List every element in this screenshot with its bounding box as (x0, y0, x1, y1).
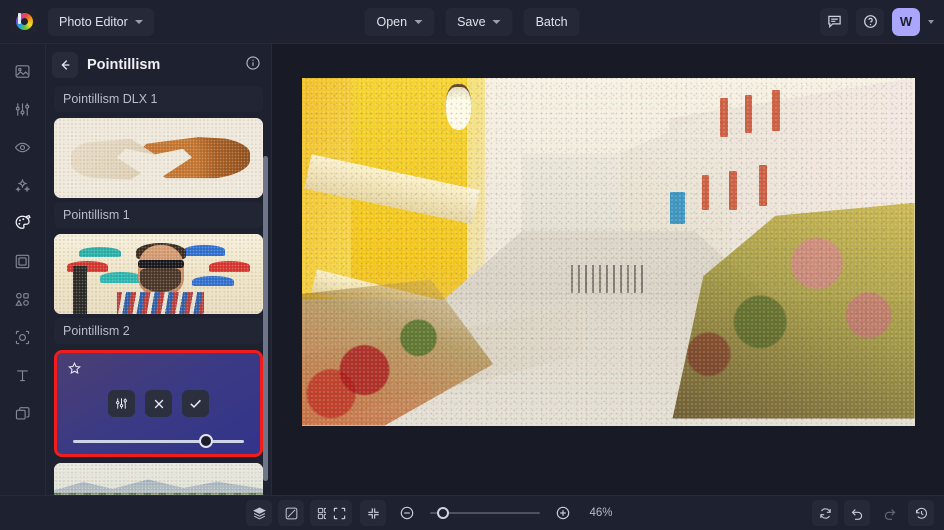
photo-editor-app: Photo Editor Open Save Batch W Pointilli… (0, 0, 944, 530)
file-actions-group: Open Save Batch (364, 7, 580, 36)
list-item[interactable]: Pointillism DLX 1 (54, 86, 263, 112)
account-actions-group: W (820, 7, 934, 36)
sidebar-header: Pointillism (46, 44, 271, 86)
effect-label: Pointillism DLX 1 (54, 86, 263, 112)
effect-label: Pointillism 1 (54, 202, 263, 228)
photo-layer-shutter (744, 94, 753, 134)
photo-layer-blue-door (669, 192, 685, 224)
effect-label: Pointillism 2 (54, 318, 263, 344)
slider-track (73, 440, 244, 443)
avatar[interactable]: W (892, 7, 920, 36)
effect-settings-button[interactable] (108, 390, 135, 417)
shapes-icon[interactable] (8, 286, 38, 312)
effects-list[interactable]: Pointillism DLX 1 Pointillism 1 Pointill… (46, 86, 271, 495)
chat-bubble-icon[interactable] (820, 7, 848, 36)
account-chevron-down-icon[interactable] (928, 19, 934, 24)
pointillism-texture (54, 118, 263, 198)
logo-b-stem (18, 12, 21, 24)
pointillism-texture (54, 234, 263, 314)
app-mode-label: Photo Editor (59, 14, 128, 29)
chevron-down-icon (134, 19, 143, 24)
save-label: Save (457, 14, 486, 29)
pointillism-texture (54, 463, 263, 495)
effects-sidebar: Pointillism Pointillism DLX 1 Pointillis… (46, 44, 272, 495)
top-toolbar: Photo Editor Open Save Batch W (0, 0, 944, 44)
thumbnail-art (54, 234, 263, 314)
image-icon[interactable] (8, 58, 38, 84)
zoom-slider[interactable] (430, 506, 540, 520)
eye-retouch-icon[interactable] (8, 134, 38, 160)
cancel-effect-button[interactable] (145, 390, 172, 417)
list-item[interactable]: Pointillism 1 (54, 118, 263, 228)
sparkles-effects-icon[interactable] (8, 172, 38, 198)
avatar-initial: W (899, 14, 913, 29)
selected-effect-card[interactable] (54, 350, 263, 457)
open-label: Open (376, 14, 408, 29)
compare-split-icon[interactable] (278, 500, 304, 526)
page-title: Pointillism (87, 57, 161, 73)
list-item[interactable]: Pointillism 2 (54, 234, 263, 344)
zoom-controls-group: 46% (326, 500, 618, 526)
info-circle-icon[interactable] (245, 55, 261, 76)
main-body: Pointillism Pointillism DLX 1 Pointillis… (0, 44, 944, 495)
photo-layer-shutter (702, 174, 710, 210)
history-actions-group (812, 500, 934, 526)
adjust-sliders-icon[interactable] (8, 96, 38, 122)
effect-thumbnail-heart-hands[interactable] (54, 118, 263, 198)
photo-layer-shutter (771, 89, 780, 132)
photo-layer-shutter (720, 98, 728, 137)
selected-effect-actions (57, 390, 260, 417)
reset-refresh-icon[interactable] (812, 500, 838, 526)
sidebar-scrollbar[interactable] (263, 156, 268, 481)
list-item[interactable] (54, 463, 263, 495)
batch-label: Batch (535, 14, 568, 29)
canvas-area[interactable] (272, 44, 944, 495)
undo-arrow-icon[interactable] (844, 500, 870, 526)
effect-intensity-slider[interactable] (73, 434, 244, 448)
frame-icon[interactable] (8, 248, 38, 274)
batch-button[interactable]: Batch (523, 7, 580, 36)
photo-layer-distant-figures (571, 265, 645, 294)
bottom-toolbar: 46% (0, 495, 944, 530)
tool-rail (0, 44, 46, 495)
back-button[interactable] (52, 52, 78, 78)
app-mode-menu[interactable]: Photo Editor (48, 7, 154, 36)
view-tools-group (246, 500, 336, 526)
slider-knob[interactable] (437, 507, 450, 519)
question-circle-icon[interactable] (856, 7, 884, 36)
slider-knob[interactable] (199, 434, 214, 448)
star-outline-icon[interactable] (67, 361, 82, 381)
photo-layer-shutter (759, 164, 768, 207)
effect-thumbnail-tulip-field[interactable] (54, 463, 263, 495)
redo-arrow-icon[interactable] (876, 500, 902, 526)
zoom-in-plus-icon[interactable] (550, 500, 576, 526)
zoom-out-minus-icon[interactable] (394, 500, 420, 526)
chevron-down-icon (414, 19, 423, 24)
photo-layer-street-lamp (445, 84, 472, 130)
palette-icon[interactable] (8, 210, 38, 236)
apply-effect-button[interactable] (182, 390, 209, 417)
thumbnail-art (54, 118, 263, 198)
list-item-selected[interactable] (54, 350, 263, 457)
effect-thumbnail-man-sunglasses[interactable] (54, 234, 263, 314)
history-clock-icon[interactable] (908, 500, 934, 526)
shrink-arrows-icon[interactable] (360, 500, 386, 526)
brand-color-wheel-logo[interactable] (10, 7, 38, 36)
layers-stack-icon[interactable] (8, 400, 38, 426)
layers-icon[interactable] (246, 500, 272, 526)
photo-layer-shutter (729, 171, 737, 210)
fit-to-screen-icon[interactable] (326, 500, 352, 526)
save-button[interactable]: Save (445, 7, 513, 36)
cutout-icon[interactable] (8, 324, 38, 350)
zoom-level-value: 46% (589, 507, 613, 519)
open-button[interactable]: Open (364, 7, 435, 36)
thumbnail-art (54, 463, 263, 495)
text-tool-icon[interactable] (8, 362, 38, 388)
chevron-down-icon (492, 19, 501, 24)
edited-photo[interactable] (301, 77, 915, 426)
